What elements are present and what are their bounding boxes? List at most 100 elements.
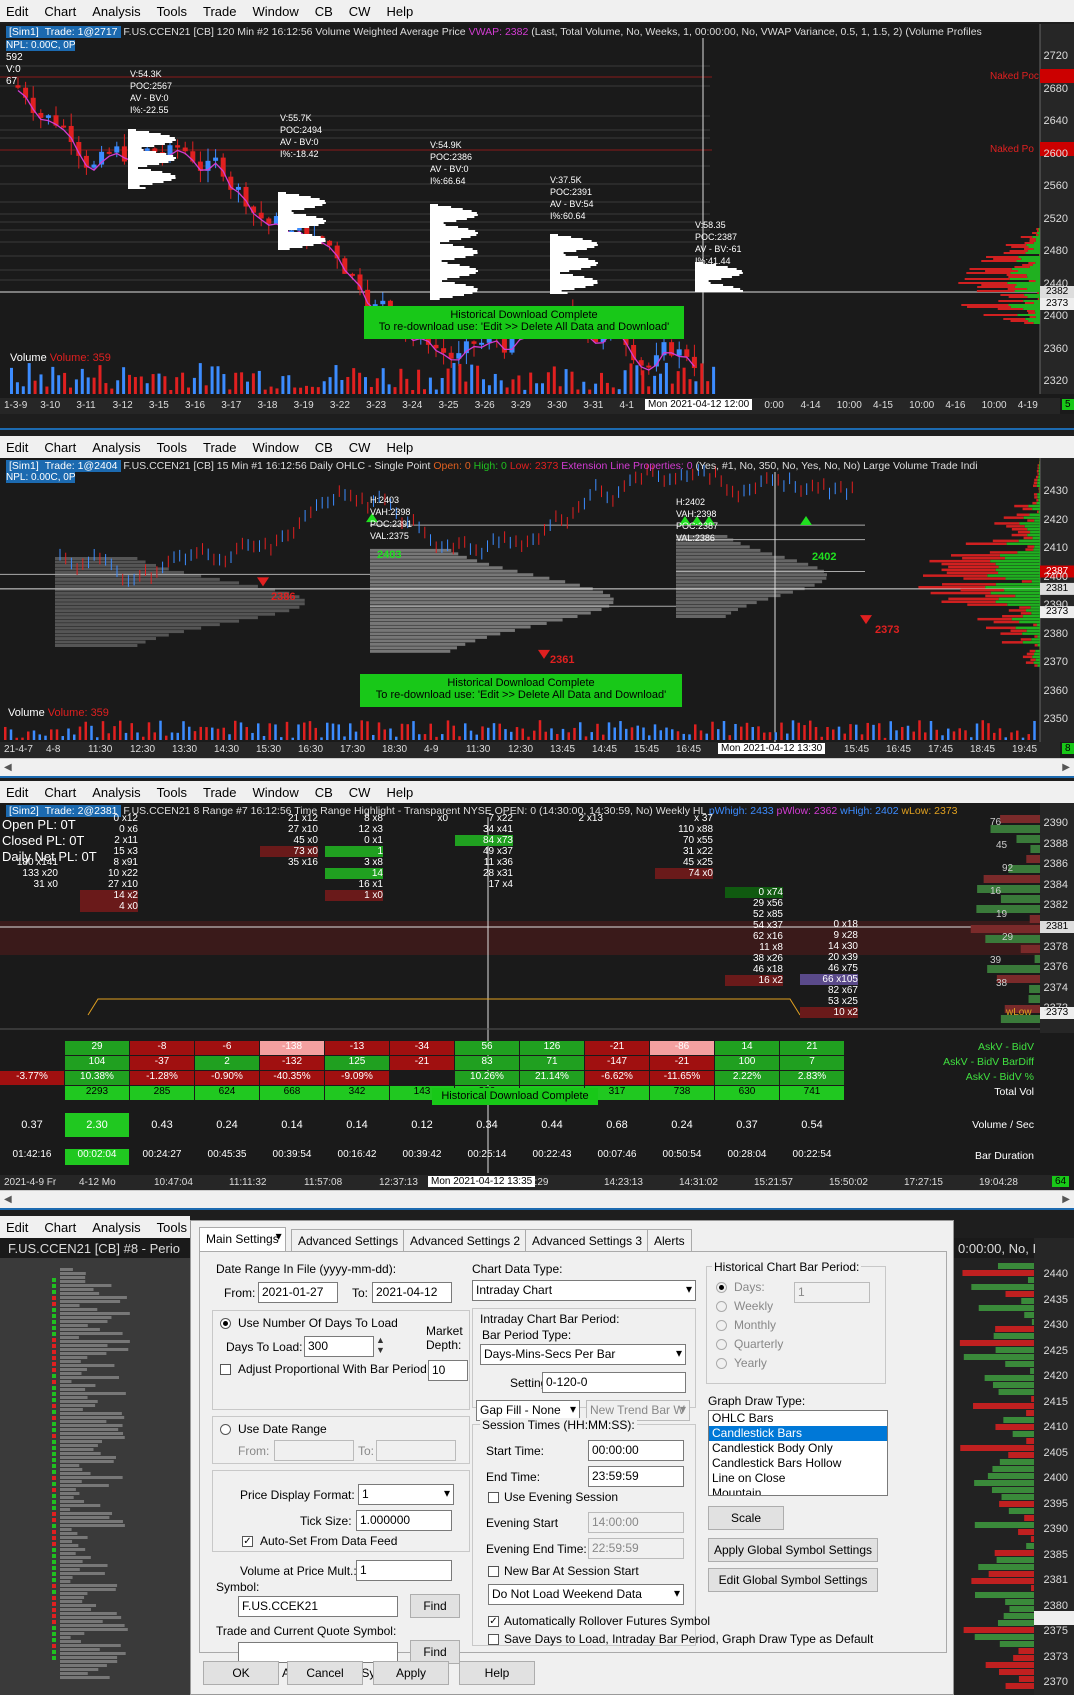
menu-help[interactable]: Help xyxy=(386,440,413,455)
hist-option-radio[interactable] xyxy=(716,1358,727,1369)
profile-bar xyxy=(993,258,1022,260)
tab-advanced-settings-2[interactable]: Advanced Settings 2 xyxy=(403,1229,528,1251)
ok-button[interactable]: OK xyxy=(203,1661,279,1685)
find-symbol-button[interactable]: Find xyxy=(410,1594,460,1618)
to-date-input[interactable]: 2021-04-12 xyxy=(372,1282,452,1303)
menu-trade[interactable]: Trade xyxy=(203,440,236,455)
menu-window[interactable]: Window xyxy=(252,4,298,19)
help-button[interactable]: Help xyxy=(459,1661,535,1685)
chart2-scrollbar[interactable]: ◀ ▶ xyxy=(0,758,1074,776)
volume-profile-bar xyxy=(695,286,734,288)
hist-option-radio[interactable] xyxy=(716,1282,727,1293)
hist-option-radio[interactable] xyxy=(716,1339,727,1350)
tab-advanced-settings[interactable]: Advanced Settings xyxy=(291,1229,406,1251)
market-depth-input[interactable]: 10 xyxy=(428,1360,468,1381)
hist-option-radio[interactable] xyxy=(716,1301,727,1312)
spinner-icon[interactable]: ▲ ▼ xyxy=(376,1335,385,1355)
menu-edit[interactable]: Edit xyxy=(6,4,28,19)
chart2-window[interactable]: [Sim1] Trade: 1@2404 F.US.CCEN21 [CB] 15 … xyxy=(0,458,1074,758)
hist-days-input[interactable]: 1 xyxy=(794,1282,870,1303)
evening-end-input[interactable]: 22:59:59 xyxy=(588,1538,684,1559)
rollover-checkbox[interactable]: ✓ xyxy=(488,1616,499,1627)
start-time-input[interactable]: 00:00:00 xyxy=(588,1440,684,1461)
menu-cw[interactable]: CW xyxy=(349,4,371,19)
graph-type-option[interactable]: Line on Close xyxy=(709,1471,887,1486)
chart2-corner-badge[interactable]: 8 xyxy=(1062,743,1074,754)
menu-trade[interactable]: Trade xyxy=(203,785,236,800)
trade-symbol-input[interactable] xyxy=(238,1642,398,1663)
scroll-right-icon[interactable]: ▶ xyxy=(1062,762,1070,773)
setting-input[interactable]: 0-120-0 xyxy=(542,1372,686,1393)
evening-session-checkbox[interactable] xyxy=(488,1492,499,1503)
graph-type-option[interactable]: Candlestick Bars xyxy=(709,1426,887,1441)
menu-trade[interactable]: Trade xyxy=(203,4,236,19)
symbol-input[interactable]: F.US.CCEK21 xyxy=(238,1596,398,1617)
apply-button[interactable]: Apply xyxy=(373,1661,449,1685)
bar-type-select[interactable]: Days-Mins-Secs Per Bar xyxy=(480,1344,686,1365)
menu-tools[interactable]: Tools xyxy=(157,4,187,19)
menu-help[interactable]: Help xyxy=(386,785,413,800)
menu-window[interactable]: Window xyxy=(252,785,298,800)
days-to-load-input[interactable]: 300 xyxy=(304,1336,374,1357)
from-date-input[interactable]: 2021-01-27 xyxy=(258,1282,338,1303)
volume-bar xyxy=(1016,730,1019,740)
evening-start-input[interactable]: 14:00:00 xyxy=(588,1512,684,1533)
menu-chart[interactable]: Chart xyxy=(44,440,76,455)
chart3-scrollbar[interactable]: ◀ ▶ xyxy=(0,1190,1074,1208)
menu-analysis[interactable]: Analysis xyxy=(92,440,140,455)
range-to-input[interactable] xyxy=(376,1440,456,1461)
menu-analysis[interactable]: Analysis xyxy=(92,1220,140,1235)
menu-edit[interactable]: Edit xyxy=(6,785,28,800)
vap-input[interactable]: 1 xyxy=(356,1560,452,1581)
chart1-window[interactable]: [Sim1] Trade: 1@2717 F.US.CCEN21 [CB] 120… xyxy=(0,24,1074,414)
adjust-proportional-checkbox[interactable] xyxy=(220,1364,231,1375)
menu-cw[interactable]: CW xyxy=(349,785,371,800)
tick-size-input[interactable]: 1.000000 xyxy=(356,1510,452,1531)
chart3-corner-badge[interactable]: 64 xyxy=(1052,1176,1070,1187)
graph-type-option[interactable]: Mountain xyxy=(709,1486,887,1495)
menu-cb[interactable]: CB xyxy=(315,4,333,19)
price-format-select[interactable]: 1 xyxy=(358,1484,454,1505)
tab-advanced-settings-3[interactable]: Advanced Settings 3 xyxy=(525,1229,650,1251)
menu-window[interactable]: Window xyxy=(252,440,298,455)
menu-tools[interactable]: Tools xyxy=(157,1220,187,1235)
save-default-checkbox[interactable] xyxy=(488,1634,499,1645)
scroll-right-icon[interactable]: ▶ xyxy=(1062,1194,1070,1205)
menu-chart[interactable]: Chart xyxy=(44,1220,76,1235)
menu-analysis[interactable]: Analysis xyxy=(92,4,140,19)
menu-tools[interactable]: Tools xyxy=(157,785,187,800)
auto-set-checkbox[interactable]: ✓ xyxy=(242,1536,253,1547)
new-bar-checkbox[interactable] xyxy=(488,1566,499,1577)
range-from-input[interactable] xyxy=(274,1440,354,1461)
use-days-radio[interactable] xyxy=(220,1318,231,1329)
menu-chart[interactable]: Chart xyxy=(44,785,76,800)
chart3-window[interactable]: [Sim2] Trade: 2@2381 F.US.CCEN21 8 Range … xyxy=(0,803,1074,1193)
menu-analysis[interactable]: Analysis xyxy=(92,785,140,800)
graph-type-option[interactable]: Candlestick Body Only xyxy=(709,1441,887,1456)
use-date-range-radio[interactable] xyxy=(220,1424,231,1435)
graph-type-option[interactable]: Candlestick Bars Hollow xyxy=(709,1456,887,1471)
menu-cw[interactable]: CW xyxy=(349,440,371,455)
menu-chart[interactable]: Chart xyxy=(44,4,76,19)
apply-global-button[interactable]: Apply Global Symbol Settings xyxy=(708,1538,878,1562)
menu-edit[interactable]: Edit xyxy=(6,1220,28,1235)
cancel-button[interactable]: Cancel xyxy=(287,1661,363,1685)
edit-global-button[interactable]: Edit Global Symbol Settings xyxy=(708,1568,878,1592)
menu-tools[interactable]: Tools xyxy=(157,440,187,455)
weekend-select[interactable]: Do Not Load Weekend Data xyxy=(488,1584,684,1605)
menu-help[interactable]: Help xyxy=(386,4,413,19)
tab-main-settings[interactable]: Main Settings xyxy=(199,1227,286,1251)
menu-cb[interactable]: CB xyxy=(315,440,333,455)
scale-button[interactable]: Scale xyxy=(708,1506,784,1530)
menu-cb[interactable]: CB xyxy=(315,785,333,800)
chart-type-select[interactable]: Intraday Chart xyxy=(472,1280,696,1301)
chart1-corner-badge[interactable]: 5 xyxy=(1062,399,1074,410)
hist-option-radio[interactable] xyxy=(716,1320,727,1331)
end-time-input[interactable]: 23:59:59 xyxy=(588,1466,684,1487)
graph-type-option[interactable]: OHLC Bars xyxy=(709,1411,887,1426)
tab-alerts[interactable]: Alerts xyxy=(647,1229,692,1251)
scroll-left-icon[interactable]: ◀ xyxy=(4,1194,12,1205)
menu-edit[interactable]: Edit xyxy=(6,440,28,455)
scroll-left-icon[interactable]: ◀ xyxy=(4,762,12,773)
graph-type-list[interactable]: OHLC Bars Candlestick Bars Candlestick Bod… xyxy=(708,1410,888,1496)
